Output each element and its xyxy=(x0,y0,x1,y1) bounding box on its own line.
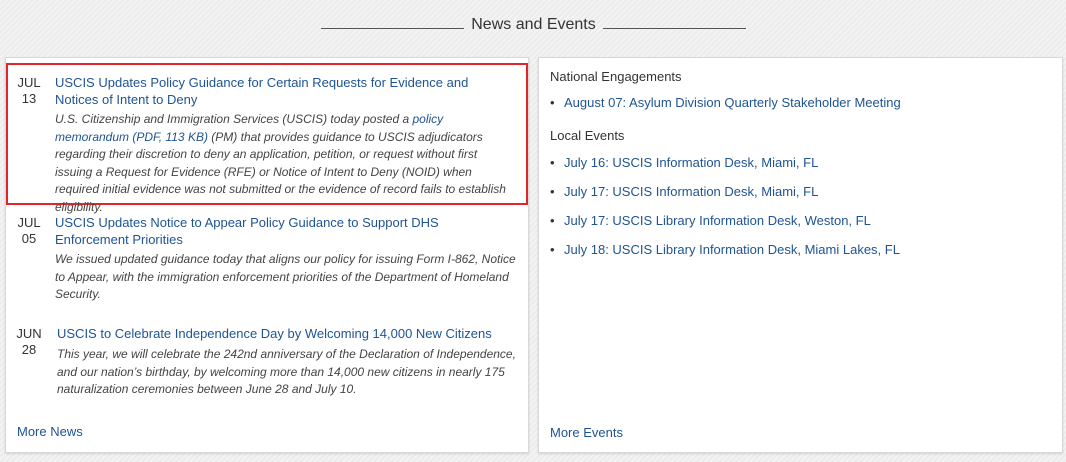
more-events-link[interactable]: More Events xyxy=(550,425,623,440)
local-events-heading: Local Events xyxy=(550,128,625,143)
news-desc-text: U.S. Citizenship and Immigration Service… xyxy=(55,112,413,126)
news-date-month: JUL xyxy=(17,75,41,90)
news-item: JUN 28 USCIS to Celebrate Independence D… xyxy=(6,318,528,408)
news-date: JUL 13 xyxy=(9,75,49,107)
news-description: We issued updated guidance today that al… xyxy=(55,252,516,301)
news-description: U.S. Citizenship and Immigration Service… xyxy=(55,111,515,216)
news-date-day: 13 xyxy=(21,91,37,106)
news-title-link[interactable]: USCIS to Celebrate Independence Day by W… xyxy=(57,325,517,342)
news-panel: JUL 13 USCIS Updates Policy Guidance for… xyxy=(5,57,529,453)
national-engagements-heading: National Engagements xyxy=(550,69,682,84)
header-rule-left xyxy=(321,28,464,29)
event-link[interactable]: July 18: USCIS Library Information Desk,… xyxy=(550,241,1050,270)
news-date-month: JUN xyxy=(16,326,42,341)
event-link[interactable]: August 07: Asylum Division Quarterly Sta… xyxy=(550,94,1050,123)
news-title-link[interactable]: USCIS Updates Policy Guidance for Certai… xyxy=(55,74,513,108)
news-date: JUL 05 xyxy=(9,215,49,247)
event-link[interactable]: July 17: USCIS Information Desk, Miami, … xyxy=(550,183,1050,212)
national-events-list: August 07: Asylum Division Quarterly Sta… xyxy=(550,94,1050,123)
event-link[interactable]: July 17: USCIS Library Information Desk,… xyxy=(550,212,1050,241)
more-news-link[interactable]: More News xyxy=(17,424,83,439)
news-date-day: 28 xyxy=(21,342,37,357)
news-date: JUN 28 xyxy=(9,326,49,358)
news-date-day: 05 xyxy=(21,231,37,246)
news-item: JUL 13 USCIS Updates Policy Guidance for… xyxy=(6,63,528,214)
header-rule-right xyxy=(603,28,746,29)
news-title-link[interactable]: USCIS Updates Notice to Appear Policy Gu… xyxy=(55,214,515,248)
news-item: JUL 05 USCIS Updates Notice to Appear Po… xyxy=(6,208,528,308)
news-date-month: JUL xyxy=(17,215,41,230)
section-title: News and Events xyxy=(471,16,596,33)
local-events-list: July 16: USCIS Information Desk, Miami, … xyxy=(550,154,1050,270)
section-header: News and Events xyxy=(0,14,1066,38)
event-link[interactable]: July 16: USCIS Information Desk, Miami, … xyxy=(550,154,1050,183)
news-description: This year, we will celebrate the 242nd a… xyxy=(57,347,516,396)
events-panel: National Engagements August 07: Asylum D… xyxy=(538,57,1063,453)
